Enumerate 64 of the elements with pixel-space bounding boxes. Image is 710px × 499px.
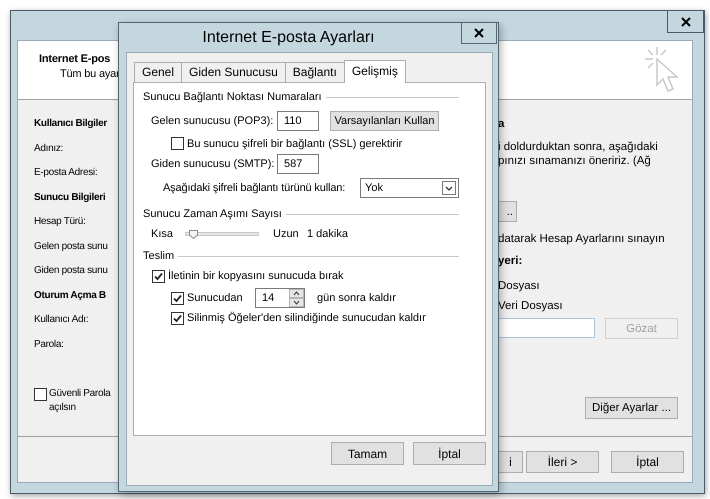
spinner-arrows-icon[interactable]: [289, 289, 304, 307]
timeout-value: 1 dakika: [307, 228, 348, 240]
checkbox[interactable]: [152, 270, 165, 282]
checkbox[interactable]: [171, 137, 184, 150]
encryption-dropdown[interactable]: Yok: [360, 178, 459, 198]
dialog-title: Internet E-posta Ayarları: [202, 29, 375, 46]
path-field[interactable]: [498, 318, 595, 338]
checkbox[interactable]: [171, 292, 184, 304]
days-spinner[interactable]: 14: [255, 288, 305, 308]
more-settings-button[interactable]: Diğer Ayarlar ...: [585, 397, 678, 419]
defaults-button[interactable]: Varsayılanları Kullan: [330, 111, 439, 131]
tab[interactable]: Gelişmiş: [344, 60, 406, 83]
dropdown-caret-icon: [442, 181, 456, 195]
cursor-sparkle-icon: [643, 45, 681, 95]
days-suffix-label: gün sonra kaldır: [317, 292, 396, 304]
test-button[interactable]: ..: [498, 201, 517, 222]
checkbox[interactable]: [171, 312, 184, 324]
field-label: Gelen sunucusu (POP3):: [151, 115, 274, 127]
field-label: Giden sunucusu (SMTP):: [151, 158, 276, 170]
header-title: Internet E-pos: [39, 52, 112, 67]
checkbox[interactable]: [34, 388, 47, 401]
header-subtitle: Tüm bu ayar: [59, 67, 120, 82]
description-text: pınızı sınamanızı öneririz. (Ağ: [498, 154, 652, 168]
option-label: Dosyası: [498, 279, 541, 294]
section-heading: Oturum Açma B: [34, 288, 107, 302]
footer-button[interactable]: i: [498, 451, 523, 473]
dialog-button[interactable]: İptal: [413, 442, 486, 465]
slider-min-label: Kısa: [151, 228, 174, 240]
description-text: i doldurduktan sonra, aşağıdaki: [498, 141, 659, 154]
footer-button[interactable]: İptal: [611, 451, 684, 473]
close-button[interactable]: [667, 11, 704, 33]
group-title: Teslim: [143, 250, 174, 262]
timeout-slider[interactable]: [185, 232, 259, 236]
section-heading: yeri:: [498, 254, 524, 269]
checkbox-label: Bu sunucu şifreli bir bağlantı (SSL) gerektirir: [187, 138, 402, 150]
option-label: Veri Dosyası: [498, 299, 564, 314]
checkbox-label: açılsın: [49, 401, 77, 415]
close-button[interactable]: [461, 23, 497, 44]
group-title: Sunucu Zaman Aşımı Sayısı: [143, 208, 282, 220]
field-label: Giden posta sunu: [34, 264, 109, 278]
close-icon: [474, 28, 484, 38]
checkbox-label: Sunucudan: [187, 292, 244, 304]
checkbox-label: Silinmiş Öğeler'den silindiğinde sunucudan kaldır: [187, 312, 426, 324]
slider-thumb[interactable]: [189, 230, 198, 239]
field-label: Adınız:: [34, 142, 64, 156]
field-label: Kullanıcı Adı:: [34, 313, 90, 327]
field-label: E-posta Adresi:: [34, 166, 98, 180]
instruction-text: datarak Hesap Ayarlarını sınayın: [498, 232, 666, 247]
dialog-button[interactable]: Tamam: [331, 442, 404, 465]
port-field[interactable]: 110: [277, 111, 319, 131]
field-label: Parola:: [34, 338, 65, 352]
checkbox-label: İletinin bir kopyasını sunucuda bırak: [168, 270, 344, 282]
field-label: Aşağıdaki şifreli bağlantı türünü kullan:: [163, 182, 346, 194]
port-field[interactable]: 587: [277, 154, 319, 174]
slider-max-label: Uzun: [273, 228, 300, 240]
field-label: Hesap Türü:: [34, 215, 87, 229]
section-heading: Kullanıcı Bilgiler: [34, 117, 108, 131]
close-icon: [680, 16, 690, 26]
group-title: Sunucu Bağlantı Noktası Numaraları: [143, 91, 322, 103]
checkbox-label: Güvenli Parola: [49, 387, 110, 401]
field-label: Gelen posta sunu: [34, 240, 109, 254]
section-heading: Sunucu Bilgileri: [34, 190, 106, 204]
tab[interactable]: Genel: [134, 62, 182, 82]
footer-button[interactable]: İleri >: [526, 451, 599, 473]
